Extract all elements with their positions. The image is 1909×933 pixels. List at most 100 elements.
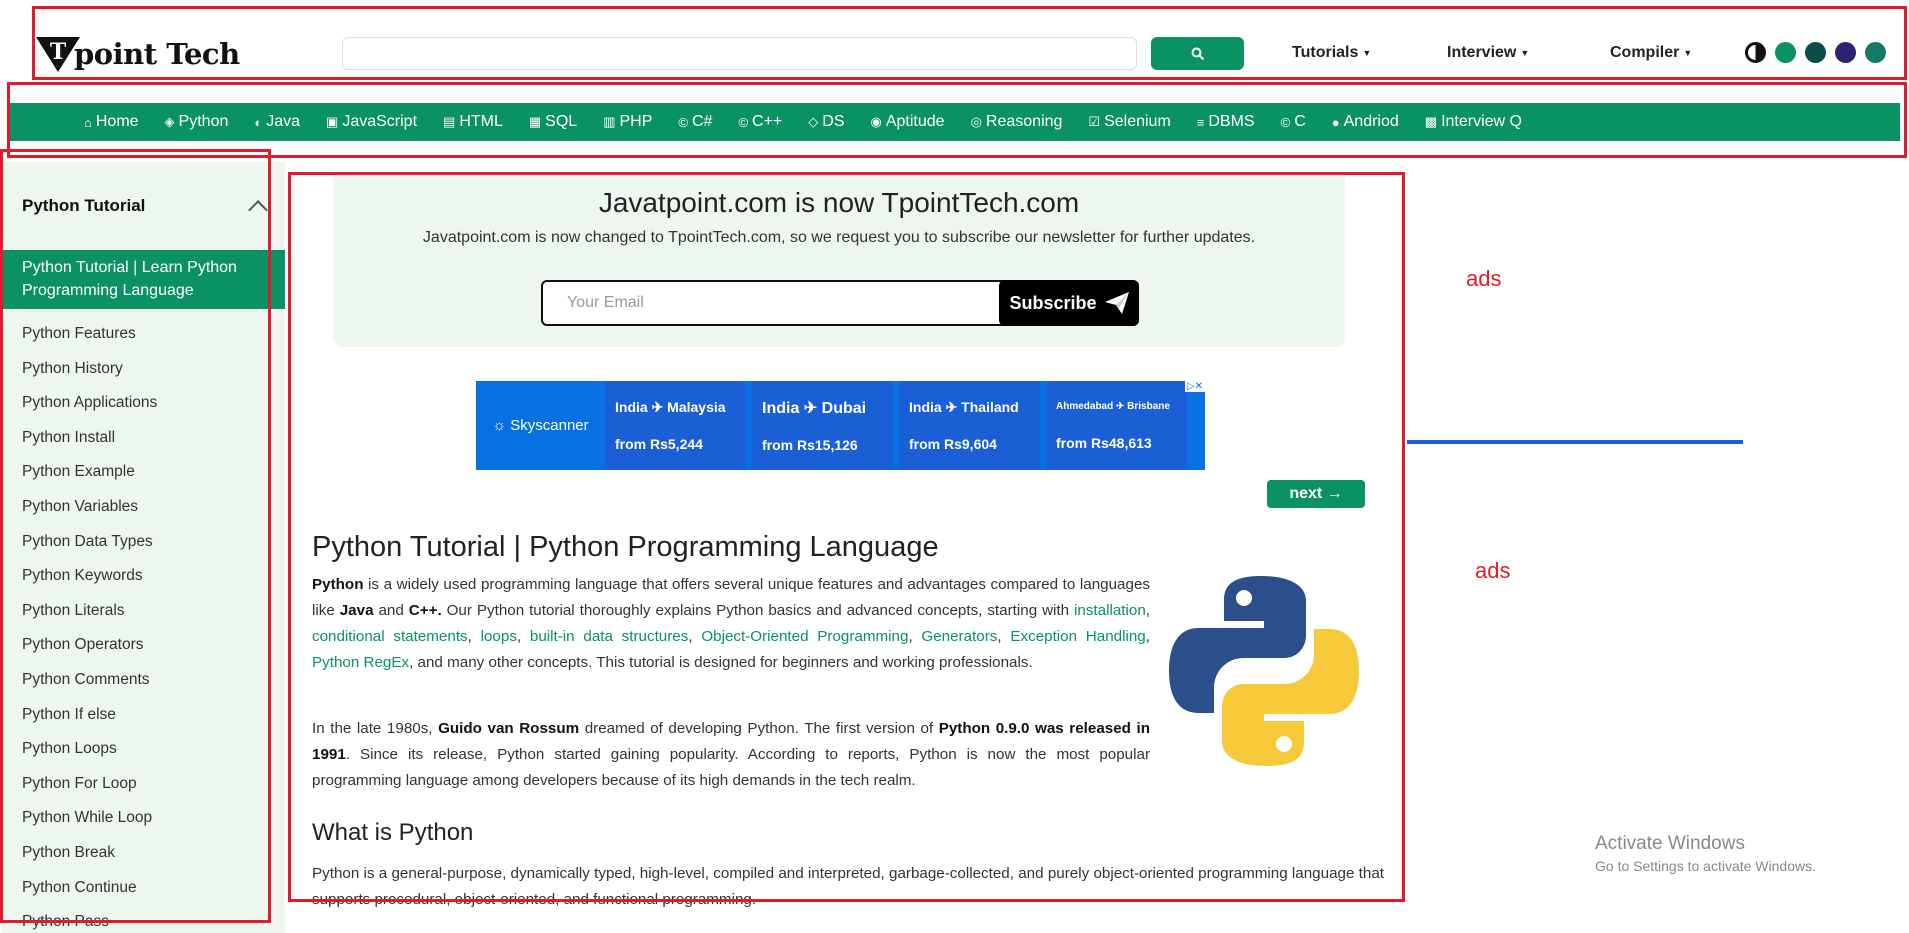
sidebar-item[interactable]: Python Install <box>2 421 285 456</box>
search-icon <box>1191 47 1204 60</box>
menu-item-dbms[interactable]: ≡ DBMS <box>1197 113 1255 131</box>
sidebar-header[interactable]: Python Tutorial <box>2 162 285 250</box>
article-link[interactable]: built-in data structures <box>530 628 688 645</box>
c-icon: © <box>1280 114 1291 130</box>
search-button[interactable] <box>1151 37 1244 70</box>
menu-item-label: HTML <box>459 113 503 130</box>
text: and <box>373 602 409 619</box>
menu-item-aptitude[interactable]: ◉ Aptitude <box>871 113 945 131</box>
theme-teal-dot[interactable] <box>1805 42 1826 63</box>
csharp-icon: © <box>678 114 688 130</box>
sidebar-item[interactable]: Python Example <box>2 455 285 490</box>
menu-item-label: Home <box>95 113 139 130</box>
article-title: Python Tutorial | Python Programming Lan… <box>312 531 939 563</box>
menu-item-andriod[interactable]: ● Andriod <box>1332 113 1399 131</box>
sidebar-item[interactable]: Python Variables <box>2 490 285 525</box>
menu-item-python[interactable]: ◈ Python <box>165 113 229 131</box>
send-icon <box>1104 292 1129 314</box>
sidebar-item[interactable]: Python Features <box>2 317 285 352</box>
menu-item-c-[interactable]: © C++ <box>738 113 782 131</box>
chevron-up-icon[interactable] <box>248 200 268 220</box>
ad-deal[interactable]: India ✈ Malaysia from Rs5,244 <box>605 381 746 470</box>
ad-brand: ☼ Skyscanner <box>476 381 605 470</box>
menu-item-label: Python <box>178 113 229 130</box>
python-icon: ◈ <box>164 114 175 129</box>
sidebar: Python Tutorial Python Tutorial | Learn … <box>2 162 285 933</box>
next-button[interactable]: next → <box>1267 480 1365 508</box>
menu-item-reasoning[interactable]: ◎ Reasoning <box>971 113 1063 131</box>
site-logo[interactable]: T point Tech <box>36 34 240 74</box>
ad-route: India ✈ Thailand <box>909 399 1019 415</box>
newsletter-subtitle: Javatpoint.com is now changed to TpointT… <box>422 229 1256 246</box>
theme-green-dot[interactable] <box>1775 42 1796 63</box>
bold-text: Java <box>339 602 374 619</box>
subscribe-button[interactable]: Subscribe <box>999 280 1139 326</box>
sidebar-item-active[interactable]: Python Tutorial | Learn Python Programmi… <box>2 250 285 309</box>
guido-link[interactable]: Guido van Rossum <box>438 720 579 737</box>
menu-item-selenium[interactable]: ☑ Selenium <box>1088 113 1170 131</box>
nav-tutorials-dropdown[interactable]: Tutorials ▼ <box>1292 44 1371 62</box>
article-link[interactable]: Python RegEx <box>312 654 409 671</box>
newsletter-form: Your Email Subscribe <box>541 280 1139 326</box>
menu-item-c-[interactable]: © C# <box>678 113 712 131</box>
menu-item-php[interactable]: ▥ PHP <box>603 113 652 131</box>
ad-deal[interactable]: Ahmedabad ✈ Brisbane from Rs48,613 <box>1046 381 1187 470</box>
menu-item-java[interactable]: ◐ Java <box>254 113 300 131</box>
ad-banner[interactable]: ☼ Skyscanner India ✈ Malaysia from Rs5,24… <box>476 381 1205 470</box>
ad-route: Ahmedabad ✈ Brisbane <box>1056 400 1170 412</box>
sidebar-item[interactable]: Python Keywords <box>2 559 285 594</box>
email-input[interactable]: Your Email <box>567 294 644 312</box>
sidebar-item[interactable]: Python History <box>2 352 285 387</box>
sidebar-item[interactable]: Python Applications <box>2 386 285 421</box>
article-link[interactable]: installation <box>1074 602 1146 619</box>
ad-route: India ✈ Malaysia <box>615 399 726 415</box>
theme-switcher <box>1745 42 1886 63</box>
menu-item-sql[interactable]: ▦ SQL <box>529 113 577 131</box>
menu-item-label: Java <box>266 113 301 130</box>
text: In the late 1980s, <box>312 720 439 737</box>
dark-mode-toggle-icon[interactable] <box>1745 42 1766 63</box>
sidebar-item[interactable]: Python Operators <box>2 628 285 663</box>
text: , and many other concepts. This tutorial… <box>409 654 1033 671</box>
sidebar-item[interactable]: Python For Loop <box>2 767 285 802</box>
dbms-icon: ≡ <box>1196 114 1205 130</box>
javascript-icon: ▣ <box>326 114 339 129</box>
article-link[interactable]: Generators <box>921 628 997 645</box>
menu-item-home[interactable]: ⌂ Home <box>84 113 139 131</box>
article-link[interactable]: loops <box>481 628 517 645</box>
ad-close-icon[interactable]: ▷✕ <box>1184 381 1205 392</box>
menu-item-label: Interview Q <box>1441 113 1522 130</box>
sidebar-item[interactable]: Python Literals <box>2 594 285 629</box>
ad-deal[interactable]: India ✈ Thailand from Rs9,604 <box>899 381 1040 470</box>
menu-item-javascript[interactable]: ▣ JavaScript <box>326 113 417 131</box>
menu-item-interview-q[interactable]: ▩ Interview Q <box>1425 113 1522 131</box>
article-link[interactable]: conditional statements <box>312 628 468 645</box>
menu-item-label: C++ <box>752 113 783 130</box>
logo-triangle-icon: T <box>36 35 80 73</box>
menu-item-ds[interactable]: ◇ DS <box>808 113 844 131</box>
article-link[interactable]: Exception Handling <box>1010 628 1145 645</box>
ad-deal[interactable]: India ✈ Dubai from Rs15,126 <box>752 381 893 470</box>
article-link[interactable]: Object-Oriented Programming <box>701 628 908 645</box>
menu-item-c[interactable]: © C <box>1281 113 1306 131</box>
theme-sea-dot[interactable] <box>1865 42 1886 63</box>
sidebar-item[interactable]: Python Comments <box>2 663 285 698</box>
sidebar-item[interactable]: Python Loops <box>2 732 285 767</box>
nav-interview-dropdown[interactable]: Interview ▼ <box>1447 44 1529 62</box>
nav-compiler-dropdown[interactable]: Compiler ▼ <box>1610 44 1692 62</box>
sidebar-item[interactable]: Python Data Types <box>2 525 285 560</box>
svg-text:T: T <box>50 39 67 65</box>
menu-item-label: JavaScript <box>342 113 418 130</box>
caret-down-icon: ▼ <box>1362 48 1372 58</box>
menu-item-html[interactable]: ▤ HTML <box>443 113 503 131</box>
sidebar-item[interactable]: Python While Loop <box>2 801 285 836</box>
text: Our Python tutorial thoroughly explains … <box>441 602 1075 619</box>
ads-label: ads <box>1475 558 1511 583</box>
sidebar-item[interactable]: Python Break <box>2 836 285 871</box>
theme-indigo-dot[interactable] <box>1835 42 1856 63</box>
sidebar-item[interactable]: Python Pass <box>2 905 285 933</box>
search-input[interactable] <box>342 37 1137 70</box>
ad-route: India ✈ Dubai <box>762 400 867 418</box>
sidebar-item[interactable]: Python If else <box>2 698 285 733</box>
sidebar-item[interactable]: Python Continue <box>2 871 285 906</box>
